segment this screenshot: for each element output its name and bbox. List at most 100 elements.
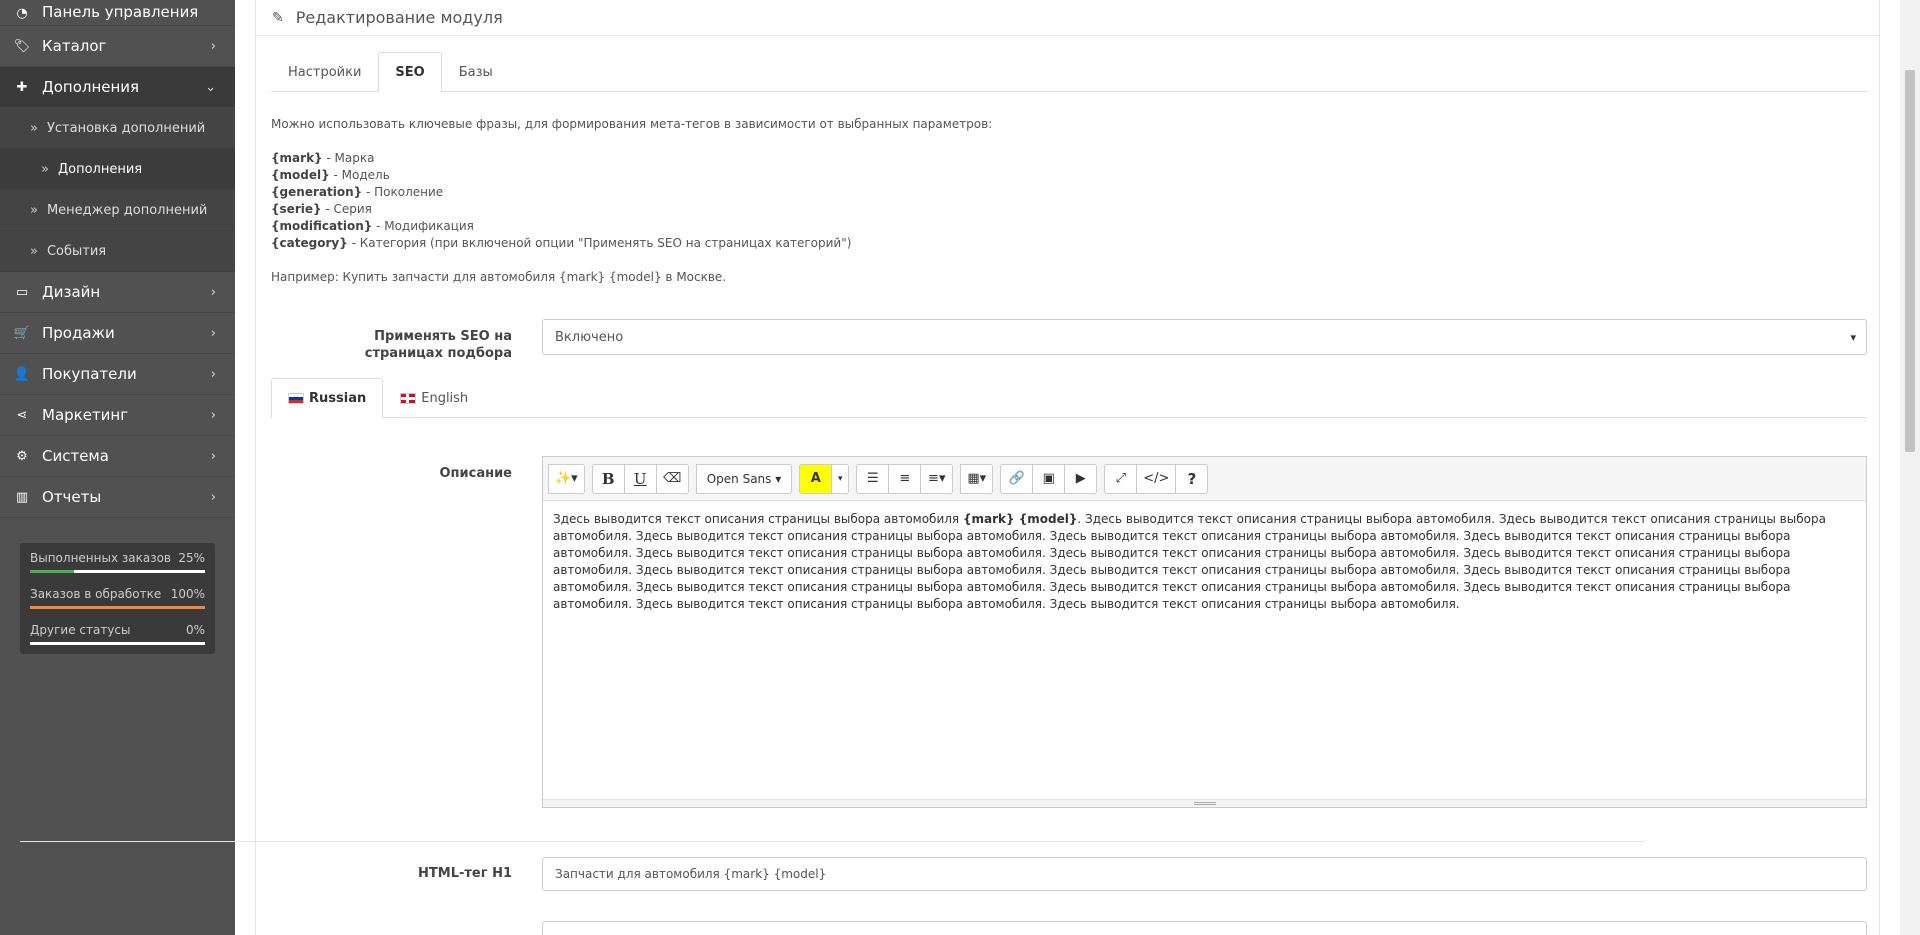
tab-lang-english[interactable]: English <box>383 378 485 418</box>
chevron-right-icon: › <box>210 325 216 341</box>
order-stats-panel: Выполненных заказов 25% Заказов в обрабо… <box>20 543 215 654</box>
chevron-right-icon: › <box>210 366 216 382</box>
russia-flag-icon <box>288 393 304 404</box>
table-icon[interactable]: ▦▾ <box>960 463 994 494</box>
nav-item-label: Дополнения <box>42 78 140 96</box>
language-tabs: Russian English <box>271 377 1867 418</box>
stat-label: Заказов в обработке <box>30 587 162 601</box>
numbered-list-icon[interactable]: ≡ <box>888 463 922 494</box>
double-chevron-icon: » <box>30 243 38 259</box>
nav-item-marketing[interactable]: ⋖ Маркетинг › <box>0 395 235 436</box>
sub-item-label: Менеджер дополнений <box>46 202 208 218</box>
tab-bases[interactable]: Базы <box>442 52 510 92</box>
double-chevron-icon: » <box>41 161 49 177</box>
nav-item-sales[interactable]: 🛒 Продажи › <box>0 313 235 354</box>
nav-item-label: Система <box>42 447 109 465</box>
chevron-down-icon: ⌄ <box>205 79 216 95</box>
progress-bar <box>30 642 205 645</box>
progress-fill <box>30 570 74 573</box>
code-view-icon[interactable]: </> <box>1136 463 1177 494</box>
chevron-right-icon: › <box>210 448 216 464</box>
nav-item-extensions[interactable]: ✚ Дополнения ⌄ <box>0 67 235 108</box>
eraser-icon[interactable]: ⌫ <box>655 463 689 494</box>
resize-handle[interactable] <box>543 799 1866 807</box>
font-family-select[interactable]: Open Sans ▾ <box>695 463 793 494</box>
text-start: Здесь выводится текст описания страницы … <box>553 512 963 526</box>
chevron-right-icon: › <box>210 489 216 505</box>
tags-icon: 🏷 <box>13 38 31 54</box>
help-key-category: {category} - Категория (при включеной оп… <box>271 236 852 250</box>
help-intro: Можно использовать ключевые фразы, для ф… <box>271 117 993 131</box>
seo-apply-select[interactable]: Включено ▾ <box>542 319 1867 355</box>
editor-toolbar: ✨▾ B U ⌫ Open Sans ▾ A ▾ ☰ ≡ ≡▾ ▦▾ 🔗 ▣ ▶… <box>543 457 1866 501</box>
sub-item-events[interactable]: » События <box>0 231 235 272</box>
tab-label: Russian <box>309 391 367 406</box>
nav-item-label: Дизайн <box>42 283 101 301</box>
sub-item-label: Установка дополнений <box>46 120 206 136</box>
nav-item-reports[interactable]: ▥ Отчеты › <box>0 477 235 518</box>
bullet-list-icon[interactable]: ☰ <box>856 463 890 494</box>
cog-icon: ⚙ <box>16 448 28 464</box>
uk-flag-icon <box>400 393 417 404</box>
tab-label: English <box>421 391 469 406</box>
help-icon[interactable]: ? <box>1175 463 1209 494</box>
double-chevron-icon: » <box>30 120 38 136</box>
desktop-icon: ▭ <box>15 284 29 300</box>
video-icon[interactable]: ▶ <box>1064 463 1098 494</box>
chevron-right-icon: › <box>210 38 216 54</box>
share-icon: ⋖ <box>16 407 28 423</box>
tab-seo[interactable]: SEO <box>378 52 442 92</box>
stat-value: 25% <box>178 551 205 565</box>
sub-item-manager[interactable]: » Менеджер дополнений <box>0 190 235 231</box>
chevron-right-icon: › <box>210 407 216 423</box>
sub-item-install[interactable]: » Установка дополнений <box>0 108 235 149</box>
pencil-icon: ✎ <box>272 9 284 26</box>
puzzle-icon: ✚ <box>16 79 28 95</box>
progress-bar <box>30 570 205 573</box>
h1-input[interactable]: Запчасти для автомобиля {mark} {model} <box>542 857 1867 891</box>
help-key-serie: {serie} - Серия <box>271 202 372 216</box>
stat-completed: Выполненных заказов 25% <box>30 551 205 573</box>
sub-item-label: Дополнения <box>57 161 143 177</box>
stat-label: Другие статусы <box>30 623 131 637</box>
dashboard-icon: ◔ <box>16 6 28 21</box>
nav-item-system[interactable]: ⚙ Система › <box>0 436 235 477</box>
help-key-modification: {modification} - Модификация <box>271 219 474 233</box>
font-name: Open Sans <box>706 471 772 486</box>
cart-icon: 🛒 <box>13 325 31 341</box>
highlight-color-button[interactable]: A <box>799 463 833 494</box>
magic-style-icon[interactable]: ✨▾ <box>548 463 585 494</box>
stat-processing: Заказов в обработке 100% <box>30 587 205 609</box>
stat-label: Выполненных заказов <box>30 551 172 565</box>
progress-fill <box>30 606 205 609</box>
tab-settings[interactable]: Настройки <box>271 52 378 92</box>
scrollbar[interactable] <box>1900 0 1920 935</box>
panel-heading: ✎ Редактирование модуля <box>256 0 1879 36</box>
bold-button[interactable]: B <box>591 463 625 494</box>
nav-item-catalog[interactable]: 🏷 Каталог › <box>0 26 235 67</box>
fullscreen-icon[interactable]: ⤢ <box>1104 463 1138 494</box>
chevron-right-icon: › <box>210 284 216 300</box>
stat-value: 100% <box>170 587 205 601</box>
link-icon[interactable]: 🔗 <box>1000 463 1034 494</box>
underline-button[interactable]: U <box>623 463 657 494</box>
next-input[interactable] <box>542 921 1867 935</box>
tab-lang-russian[interactable]: Russian <box>271 378 384 418</box>
editor-content[interactable]: Здесь выводится текст описания страницы … <box>543 501 1866 793</box>
nav-item-design[interactable]: ▭ Дизайн › <box>0 272 235 313</box>
text-rest: . Здесь выводится текст описания страниц… <box>553 512 1826 611</box>
nav-item-label: Отчеты <box>42 488 102 506</box>
h1-label: HTML-тег H1 <box>418 866 512 881</box>
nav-item-dashboard[interactable]: ◔ Панель управления <box>0 0 235 26</box>
scrollbar-thumb[interactable] <box>1905 70 1915 452</box>
seo-apply-value: Включено <box>555 329 624 345</box>
image-icon[interactable]: ▣ <box>1032 463 1066 494</box>
nav-item-label: Покупатели <box>42 365 137 383</box>
nav-item-customers[interactable]: 👤 Покупатели › <box>0 354 235 395</box>
panel-title: Редактирование модуля <box>295 8 503 27</box>
nav-item-label: Продажи <box>42 324 115 342</box>
nav-item-label: Каталог <box>42 37 107 55</box>
align-icon[interactable]: ≡▾ <box>920 463 954 494</box>
color-dropdown-icon[interactable]: ▾ <box>831 463 850 494</box>
sub-item-extensions[interactable]: » Дополнения <box>0 149 235 190</box>
